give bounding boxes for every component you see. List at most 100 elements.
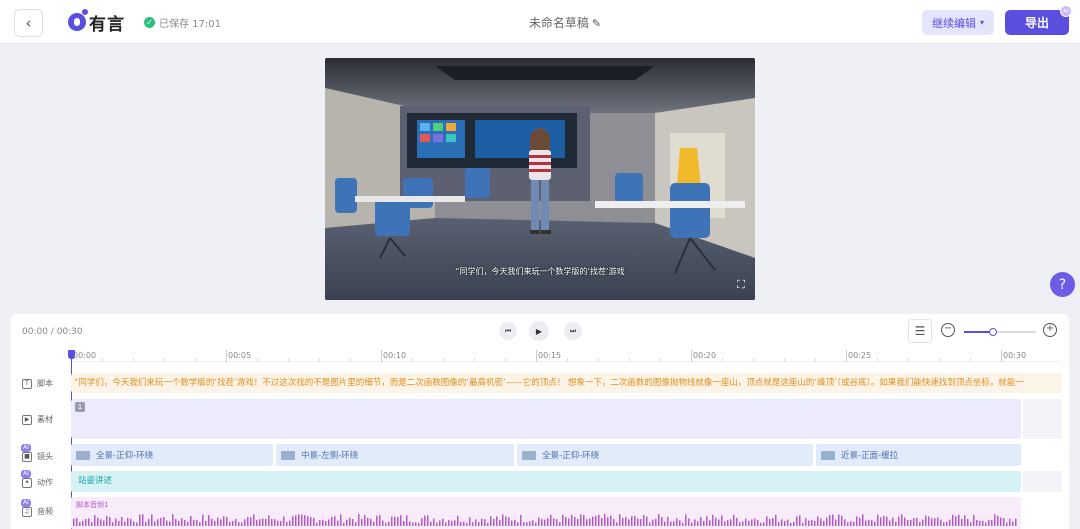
waveform-bar: [241, 522, 243, 526]
waveform-bar: [898, 516, 900, 526]
zoom-slider[interactable]: [964, 328, 1036, 336]
waveform-bar: [112, 522, 114, 526]
skip-forward-button[interactable]: ⏭: [564, 322, 582, 340]
waveform-bar: [748, 520, 750, 526]
ai-tag: AI: [21, 499, 31, 507]
waveform-bar: [574, 516, 576, 526]
ruler-minor-tick: [319, 358, 320, 362]
draft-title[interactable]: 未命名草稿 ✎: [500, 14, 630, 31]
waveform-bar: [502, 514, 504, 526]
waveform-bar: [346, 519, 348, 526]
waveform-bar: [571, 514, 573, 526]
play-button[interactable]: ▶: [529, 321, 549, 341]
logo-text: 有言: [89, 14, 125, 35]
script-track-clip[interactable]: “同学们，今天我们来玩一个数学版的‘找茬’游戏！不过这次找的不是图片里的细节，而…: [71, 373, 1062, 393]
play-icon: ▶: [535, 326, 543, 336]
waveform-bar: [445, 522, 447, 526]
waveform-bar: [181, 518, 183, 526]
waveform-bar: [382, 520, 384, 526]
waveform-bar: [673, 521, 675, 526]
waveform-bar: [517, 522, 519, 526]
waveform-bar: [940, 519, 942, 526]
waveform-bar: [361, 518, 363, 526]
help-button[interactable]: ?: [1050, 272, 1075, 297]
waveform-bar: [409, 521, 411, 526]
waveform-bar: [643, 515, 645, 526]
waveform-bar: [808, 520, 810, 526]
ruler-minor-tick: [133, 358, 134, 362]
shot-clip[interactable]: 近景-正面-缓拉: [816, 444, 1021, 466]
waveform-bar: [130, 518, 132, 526]
continue-edit-button[interactable]: 继续编辑 ▾: [922, 10, 994, 35]
waveform-bar: [658, 514, 660, 526]
waveform-bar: [265, 519, 267, 526]
ruler-tick-label: 00:25: [848, 351, 872, 360]
waveform-bar: [460, 521, 462, 526]
export-label: 导出: [1024, 16, 1049, 30]
waveform-bar: [670, 521, 672, 526]
skip-back-button[interactable]: ⏮: [499, 322, 517, 340]
ruler-minor-tick: [629, 358, 630, 362]
ruler-minor-tick: [815, 358, 816, 362]
shot-clip[interactable]: 全景-正仰-环绕: [71, 444, 273, 466]
waveform-bar: [100, 519, 102, 526]
waveform-bar: [289, 520, 291, 526]
waveform-bar: [616, 522, 618, 526]
track-label-shot: AI ■ 镜头: [21, 444, 53, 462]
time-ruler[interactable]: 00:00 00:05 00:10 00:15 00:20 00:25 00:30: [71, 350, 1061, 362]
zoom-slider-thumb[interactable]: [988, 328, 997, 336]
waveform-bar: [796, 516, 798, 526]
waveform-bar: [991, 519, 993, 526]
audio-clip[interactable]: 脚本音频1: [71, 497, 1021, 529]
waveform-bar: [952, 514, 954, 526]
waveform-bar: [901, 514, 903, 526]
material-track-clip[interactable]: 1: [71, 399, 1021, 439]
shot-clip[interactable]: 全景-正仰-环绕: [517, 444, 813, 466]
waveform-bar: [421, 518, 423, 526]
waveform-bar: [418, 522, 420, 526]
zoom-out-icon[interactable]: −: [941, 323, 955, 337]
help-icon: ?: [1058, 276, 1067, 293]
waveform-bar: [877, 514, 879, 526]
waveform-bar: [997, 515, 999, 526]
back-button[interactable]: ‹: [14, 9, 43, 37]
waveform-bar: [607, 517, 609, 526]
waveform-bar: [841, 515, 843, 526]
waveform-bar: [205, 520, 207, 526]
ai-badge: AI: [1060, 5, 1072, 17]
timeline-panel: 00:00 / 00:30 ⏮ ▶ ⏭ ☰ − + 00:00 00:05 00:1…: [11, 314, 1069, 529]
waveform-bar: [508, 517, 510, 526]
waveform-bar: [853, 521, 855, 526]
fullscreen-icon[interactable]: ⛶: [735, 279, 747, 291]
list-view-button[interactable]: ☰: [908, 319, 932, 343]
camera-icon: ■: [22, 451, 32, 462]
action-clip[interactable]: 站姿讲述: [71, 471, 1021, 492]
waveform-bar: [955, 516, 957, 526]
waveform-bar: [499, 519, 501, 526]
waveform-bar: [547, 518, 549, 526]
zoom-in-icon[interactable]: +: [1043, 323, 1057, 337]
logo: 有言: [68, 9, 125, 35]
ruler-minor-tick: [660, 358, 661, 362]
waveform-bar: [886, 516, 888, 526]
waveform-bar: [145, 521, 147, 526]
waveform-bar: [463, 521, 465, 526]
waveform-bar: [655, 518, 657, 526]
waveform-bar: [889, 520, 891, 526]
waveform-bar: [904, 517, 906, 526]
waveform-bar: [154, 521, 156, 526]
waveform-bar: [835, 519, 837, 526]
video-preview[interactable]: “同学们，今天我们来玩一个数学版的‘找茬’游戏 ⛶: [325, 58, 755, 300]
material-track-empty: [1023, 399, 1062, 439]
playhead-handle[interactable]: [68, 350, 75, 359]
export-button[interactable]: 导出: [1005, 10, 1069, 35]
skip-back-icon: ⏮: [504, 326, 512, 335]
waveform-bar: [469, 517, 471, 526]
waveform-bar: [412, 522, 414, 526]
waveform-bar: [430, 521, 432, 526]
shot-clip[interactable]: 中景-左侧-环绕: [276, 444, 514, 466]
waveform-bar: [223, 516, 225, 526]
track-name: 音频: [37, 507, 53, 516]
ai-tag: AI: [21, 444, 31, 452]
pencil-icon[interactable]: ✎: [592, 17, 601, 30]
